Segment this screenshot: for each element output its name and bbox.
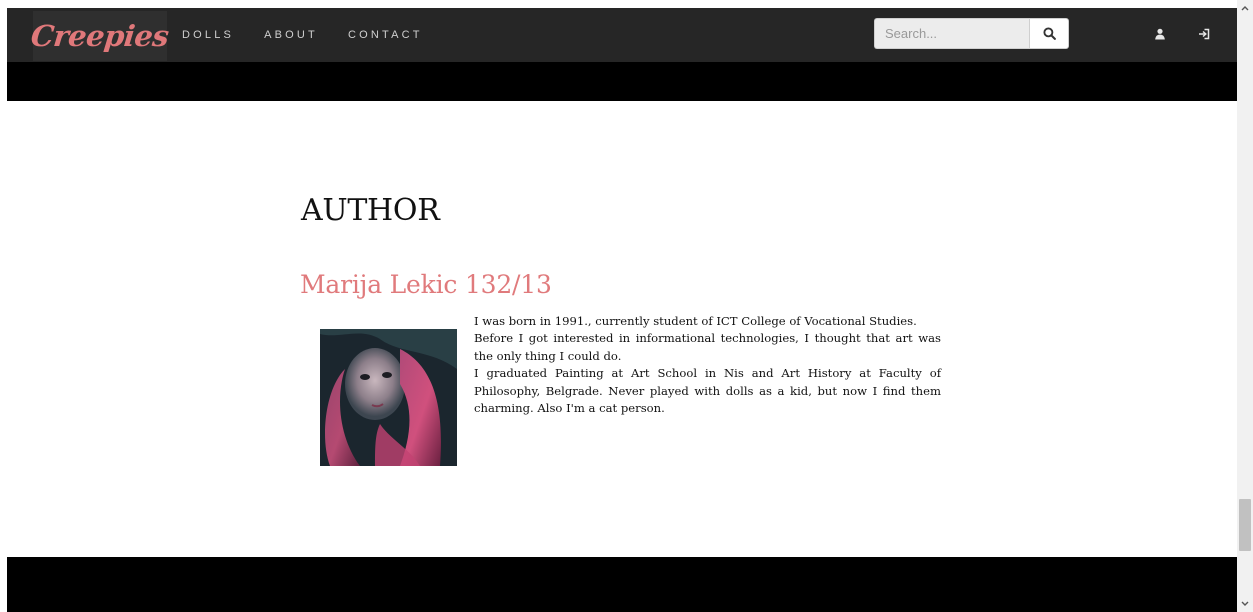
sign-in-icon [1199, 28, 1210, 40]
search-input[interactable] [874, 18, 1029, 49]
search-form [874, 18, 1069, 49]
header-banner [7, 62, 1237, 101]
login-button[interactable] [1195, 25, 1213, 43]
search-button[interactable] [1029, 18, 1069, 49]
nav-link-dolls[interactable]: DOLLS [182, 29, 234, 41]
author-bio: I was born in 1991., currently student o… [474, 313, 941, 417]
search-icon [1042, 27, 1056, 40]
scroll-down-button[interactable] [1237, 596, 1253, 612]
bio-line: I was born in 1991., currently student o… [474, 314, 917, 328]
chevron-down-icon [1241, 601, 1249, 606]
navbar: Creepies DOLLS ABOUT CONTACT [7, 8, 1237, 62]
nav-link-contact[interactable]: CONTACT [348, 29, 423, 41]
user-icon [1155, 28, 1165, 40]
footer [7, 557, 1237, 612]
logo-text: Creepies [29, 19, 171, 53]
nav-link-about[interactable]: ABOUT [264, 29, 318, 41]
author-name: Marija Lekic 132/13 [300, 270, 552, 299]
page-title: AUTHOR [301, 193, 440, 228]
top-strip [0, 0, 1253, 8]
logo[interactable]: Creepies [30, 11, 170, 61]
bio-line: I graduated Painting at Art School in Ni… [474, 366, 941, 416]
scrollbar[interactable] [1237, 0, 1253, 612]
chevron-up-icon [1241, 6, 1249, 11]
author-photo [320, 329, 457, 466]
scroll-thumb[interactable] [1239, 499, 1251, 551]
nav-links: DOLLS ABOUT CONTACT [182, 8, 453, 62]
user-button[interactable] [1151, 25, 1169, 43]
bio-line: Before I got interested in informational… [474, 331, 941, 363]
scroll-up-button[interactable] [1237, 0, 1253, 16]
